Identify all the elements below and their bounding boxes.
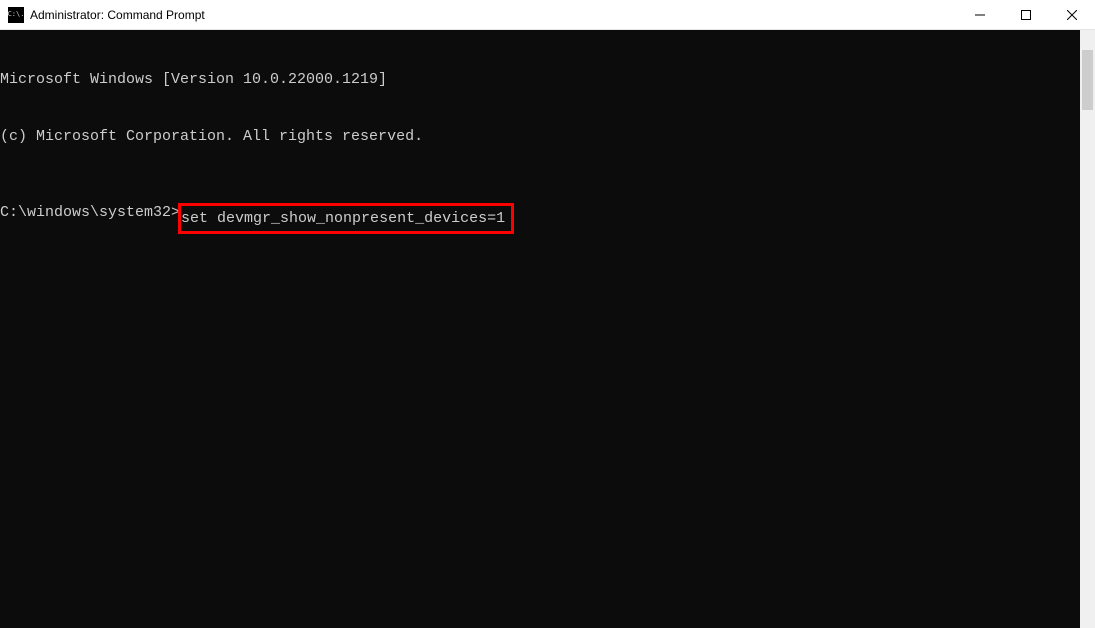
terminal[interactable]: Microsoft Windows [Version 10.0.22000.12… [0,30,1080,628]
command-highlight: set devmgr_show_nonpresent_devices=1 [178,203,514,234]
terminal-output-line: Microsoft Windows [Version 10.0.22000.12… [0,70,1080,89]
cmd-icon-text: C:\. [8,11,25,18]
close-button[interactable] [1049,0,1095,29]
terminal-output-line: (c) Microsoft Corporation. All rights re… [0,127,1080,146]
scrollbar-thumb[interactable] [1082,50,1093,110]
titlebar[interactable]: C:\. Administrator: Command Prompt [0,0,1095,30]
minimize-icon [975,10,985,20]
window-title: Administrator: Command Prompt [30,8,957,22]
command-prompt-window: C:\. Administrator: Command Prompt Micro… [0,0,1095,628]
prompt-line: C:\windows\system32>set devmgr_show_nonp… [0,203,1080,234]
prompt-text: C:\windows\system32> [0,203,180,222]
minimize-button[interactable] [957,0,1003,29]
vertical-scrollbar[interactable] [1080,30,1095,628]
maximize-button[interactable] [1003,0,1049,29]
command-text: set devmgr_show_nonpresent_devices=1 [181,210,505,227]
window-controls [957,0,1095,29]
close-icon [1067,10,1077,20]
cmd-icon: C:\. [8,7,24,23]
maximize-icon [1021,10,1031,20]
terminal-area: Microsoft Windows [Version 10.0.22000.12… [0,30,1095,628]
